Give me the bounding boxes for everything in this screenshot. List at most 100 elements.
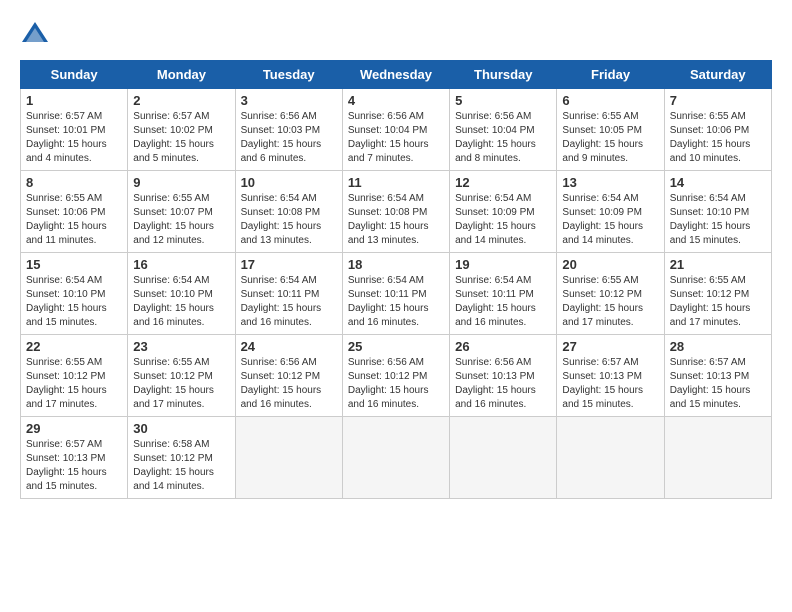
day-info: Sunrise: 6:54 AM Sunset: 10:11 PM Daylig… <box>348 274 444 330</box>
header-sunday: Sunday <box>21 61 128 89</box>
day-number: 23 <box>133 339 229 354</box>
day-cell: 3 Sunrise: 6:56 AM Sunset: 10:03 PM Dayl… <box>235 89 342 171</box>
day-number: 29 <box>26 421 122 436</box>
day-number: 27 <box>562 339 658 354</box>
day-number: 5 <box>455 93 551 108</box>
week-row-4: 22 Sunrise: 6:55 AM Sunset: 10:12 PM Day… <box>21 335 772 417</box>
day-number: 25 <box>348 339 444 354</box>
day-cell: 10 Sunrise: 6:54 AM Sunset: 10:08 PM Day… <box>235 171 342 253</box>
day-info: Sunrise: 6:54 AM Sunset: 10:10 PM Daylig… <box>26 274 122 330</box>
day-number: 16 <box>133 257 229 272</box>
logo-icon <box>20 20 50 50</box>
header-thursday: Thursday <box>450 61 557 89</box>
day-cell: 13 Sunrise: 6:54 AM Sunset: 10:09 PM Day… <box>557 171 664 253</box>
day-number: 18 <box>348 257 444 272</box>
day-info: Sunrise: 6:54 AM Sunset: 10:10 PM Daylig… <box>133 274 229 330</box>
day-info: Sunrise: 6:56 AM Sunset: 10:12 PM Daylig… <box>348 356 444 412</box>
day-number: 9 <box>133 175 229 190</box>
week-row-1: 1 Sunrise: 6:57 AM Sunset: 10:01 PM Dayl… <box>21 89 772 171</box>
day-info: Sunrise: 6:56 AM Sunset: 10:04 PM Daylig… <box>348 110 444 166</box>
day-cell: 29 Sunrise: 6:57 AM Sunset: 10:13 PM Day… <box>21 417 128 499</box>
day-cell <box>557 417 664 499</box>
day-cell: 14 Sunrise: 6:54 AM Sunset: 10:10 PM Day… <box>664 171 771 253</box>
day-cell <box>235 417 342 499</box>
day-cell: 24 Sunrise: 6:56 AM Sunset: 10:12 PM Day… <box>235 335 342 417</box>
page-header <box>20 20 772 50</box>
day-info: Sunrise: 6:55 AM Sunset: 10:12 PM Daylig… <box>562 274 658 330</box>
day-cell: 17 Sunrise: 6:54 AM Sunset: 10:11 PM Day… <box>235 253 342 335</box>
day-info: Sunrise: 6:56 AM Sunset: 10:04 PM Daylig… <box>455 110 551 166</box>
week-row-3: 15 Sunrise: 6:54 AM Sunset: 10:10 PM Day… <box>21 253 772 335</box>
day-cell: 16 Sunrise: 6:54 AM Sunset: 10:10 PM Day… <box>128 253 235 335</box>
day-info: Sunrise: 6:57 AM Sunset: 10:01 PM Daylig… <box>26 110 122 166</box>
week-row-2: 8 Sunrise: 6:55 AM Sunset: 10:06 PM Dayl… <box>21 171 772 253</box>
day-number: 3 <box>241 93 337 108</box>
day-info: Sunrise: 6:54 AM Sunset: 10:09 PM Daylig… <box>455 192 551 248</box>
calendar-header: SundayMondayTuesdayWednesdayThursdayFrid… <box>21 61 772 89</box>
day-info: Sunrise: 6:55 AM Sunset: 10:06 PM Daylig… <box>670 110 766 166</box>
day-info: Sunrise: 6:55 AM Sunset: 10:06 PM Daylig… <box>26 192 122 248</box>
day-info: Sunrise: 6:55 AM Sunset: 10:12 PM Daylig… <box>26 356 122 412</box>
day-number: 21 <box>670 257 766 272</box>
day-info: Sunrise: 6:57 AM Sunset: 10:02 PM Daylig… <box>133 110 229 166</box>
day-cell: 21 Sunrise: 6:55 AM Sunset: 10:12 PM Day… <box>664 253 771 335</box>
day-cell: 5 Sunrise: 6:56 AM Sunset: 10:04 PM Dayl… <box>450 89 557 171</box>
day-cell: 4 Sunrise: 6:56 AM Sunset: 10:04 PM Dayl… <box>342 89 449 171</box>
day-cell <box>342 417 449 499</box>
header-row: SundayMondayTuesdayWednesdayThursdayFrid… <box>21 61 772 89</box>
calendar-table: SundayMondayTuesdayWednesdayThursdayFrid… <box>20 60 772 499</box>
day-number: 2 <box>133 93 229 108</box>
day-info: Sunrise: 6:54 AM Sunset: 10:10 PM Daylig… <box>670 192 766 248</box>
day-info: Sunrise: 6:54 AM Sunset: 10:08 PM Daylig… <box>241 192 337 248</box>
day-info: Sunrise: 6:56 AM Sunset: 10:03 PM Daylig… <box>241 110 337 166</box>
header-monday: Monday <box>128 61 235 89</box>
day-number: 30 <box>133 421 229 436</box>
day-info: Sunrise: 6:57 AM Sunset: 10:13 PM Daylig… <box>562 356 658 412</box>
day-cell <box>664 417 771 499</box>
day-number: 13 <box>562 175 658 190</box>
day-number: 1 <box>26 93 122 108</box>
day-cell: 22 Sunrise: 6:55 AM Sunset: 10:12 PM Day… <box>21 335 128 417</box>
header-saturday: Saturday <box>664 61 771 89</box>
day-number: 20 <box>562 257 658 272</box>
header-wednesday: Wednesday <box>342 61 449 89</box>
day-cell: 11 Sunrise: 6:54 AM Sunset: 10:08 PM Day… <box>342 171 449 253</box>
day-info: Sunrise: 6:55 AM Sunset: 10:07 PM Daylig… <box>133 192 229 248</box>
day-info: Sunrise: 6:56 AM Sunset: 10:13 PM Daylig… <box>455 356 551 412</box>
day-cell: 8 Sunrise: 6:55 AM Sunset: 10:06 PM Dayl… <box>21 171 128 253</box>
day-info: Sunrise: 6:56 AM Sunset: 10:12 PM Daylig… <box>241 356 337 412</box>
day-number: 22 <box>26 339 122 354</box>
day-number: 26 <box>455 339 551 354</box>
day-cell: 20 Sunrise: 6:55 AM Sunset: 10:12 PM Day… <box>557 253 664 335</box>
day-info: Sunrise: 6:54 AM Sunset: 10:11 PM Daylig… <box>241 274 337 330</box>
calendar-body: 1 Sunrise: 6:57 AM Sunset: 10:01 PM Dayl… <box>21 89 772 499</box>
day-cell: 2 Sunrise: 6:57 AM Sunset: 10:02 PM Dayl… <box>128 89 235 171</box>
day-number: 7 <box>670 93 766 108</box>
day-cell <box>450 417 557 499</box>
day-cell: 12 Sunrise: 6:54 AM Sunset: 10:09 PM Day… <box>450 171 557 253</box>
day-cell: 15 Sunrise: 6:54 AM Sunset: 10:10 PM Day… <box>21 253 128 335</box>
day-cell: 30 Sunrise: 6:58 AM Sunset: 10:12 PM Day… <box>128 417 235 499</box>
day-cell: 19 Sunrise: 6:54 AM Sunset: 10:11 PM Day… <box>450 253 557 335</box>
day-cell: 1 Sunrise: 6:57 AM Sunset: 10:01 PM Dayl… <box>21 89 128 171</box>
day-number: 28 <box>670 339 766 354</box>
day-cell: 25 Sunrise: 6:56 AM Sunset: 10:12 PM Day… <box>342 335 449 417</box>
day-info: Sunrise: 6:57 AM Sunset: 10:13 PM Daylig… <box>26 438 122 494</box>
day-number: 12 <box>455 175 551 190</box>
day-cell: 18 Sunrise: 6:54 AM Sunset: 10:11 PM Day… <box>342 253 449 335</box>
day-cell: 27 Sunrise: 6:57 AM Sunset: 10:13 PM Day… <box>557 335 664 417</box>
day-number: 14 <box>670 175 766 190</box>
day-number: 17 <box>241 257 337 272</box>
day-info: Sunrise: 6:58 AM Sunset: 10:12 PM Daylig… <box>133 438 229 494</box>
day-info: Sunrise: 6:55 AM Sunset: 10:05 PM Daylig… <box>562 110 658 166</box>
header-tuesday: Tuesday <box>235 61 342 89</box>
day-number: 15 <box>26 257 122 272</box>
day-cell: 7 Sunrise: 6:55 AM Sunset: 10:06 PM Dayl… <box>664 89 771 171</box>
day-number: 6 <box>562 93 658 108</box>
day-number: 4 <box>348 93 444 108</box>
day-info: Sunrise: 6:55 AM Sunset: 10:12 PM Daylig… <box>133 356 229 412</box>
logo <box>20 20 54 50</box>
day-number: 8 <box>26 175 122 190</box>
day-cell: 6 Sunrise: 6:55 AM Sunset: 10:05 PM Dayl… <box>557 89 664 171</box>
day-number: 24 <box>241 339 337 354</box>
